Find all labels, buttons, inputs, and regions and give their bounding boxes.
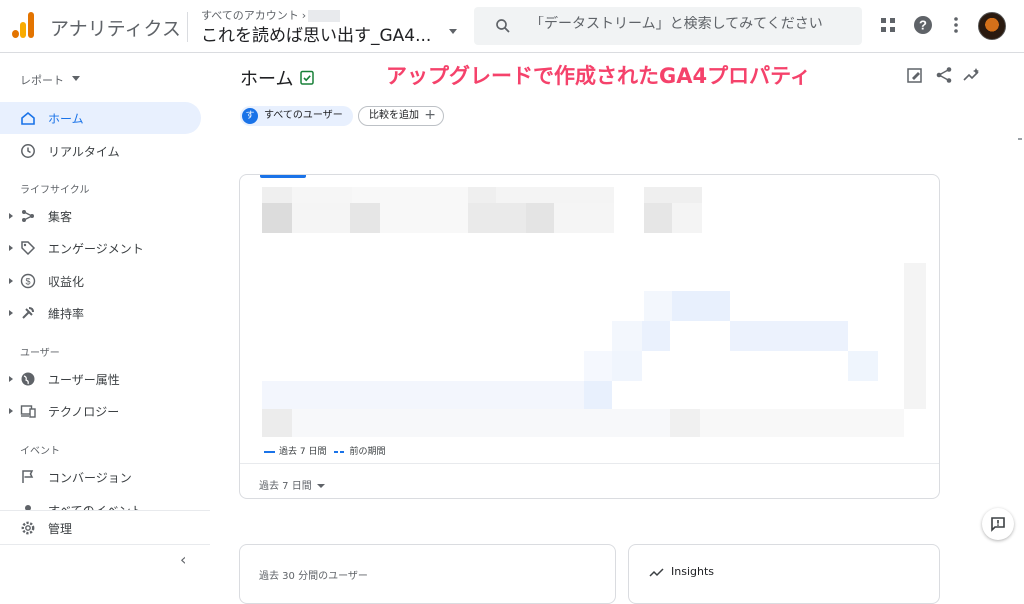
sidebar-item-label: 収益化 — [48, 275, 85, 289]
svg-text:$: $ — [25, 277, 30, 287]
chip-label: 比較を追加 — [369, 110, 419, 121]
sidebar: レポート ホーム リアルタイム ライフサイクル 集客 エンゲージメント $ 収益… — [0, 54, 210, 577]
flag-icon — [22, 470, 34, 483]
clock-icon — [21, 144, 35, 158]
page-title: ホーム — [240, 69, 294, 90]
dollar-icon: $ — [20, 273, 36, 289]
home-icon — [21, 111, 35, 125]
section-label-lifecycle: ライフサイクル — [20, 185, 90, 196]
annotation-banner: アップグレードで作成されたGA4プロパティ — [386, 64, 811, 88]
caret-down-icon — [316, 484, 325, 488]
legend-swatch-solid — [264, 450, 275, 453]
collapse-sidebar-chevron-icon[interactable]: ‹ — [180, 550, 186, 569]
expand-arrow-icon[interactable] — [9, 245, 13, 251]
insights-card-title: Insights — [671, 565, 715, 578]
chip-label: すべてのユーザー — [264, 110, 343, 121]
expand-arrow-icon[interactable] — [9, 310, 13, 316]
insights-sparkline-icon — [649, 568, 664, 577]
sidebar-item-acquisition[interactable]: 集客 — [0, 200, 201, 232]
property-selector[interactable]: これを読めば思い出す_GA4... — [201, 21, 431, 46]
sidebar-item-realtime[interactable]: リアルタイム — [0, 135, 201, 167]
sidebar-item-monetization[interactable]: $ 収益化 — [0, 265, 201, 297]
card-divider — [240, 463, 939, 464]
svg-text:?: ? — [919, 18, 927, 33]
section-label-event: イベント — [20, 446, 60, 457]
expand-arrow-icon[interactable] — [9, 408, 13, 414]
search-icon — [496, 19, 510, 33]
date-range-label: 過去 7 日間 — [259, 481, 312, 492]
expand-arrow-icon[interactable] — [9, 278, 13, 284]
sidebar-item-technology[interactable]: テクノロジー — [0, 395, 201, 427]
legend-current-label: 過去 7 日間 — [279, 447, 327, 457]
tag-icon — [21, 241, 36, 256]
sidebar-item-all-events[interactable]: すべてのイベント — [0, 494, 201, 510]
apps-grid-icon[interactable] — [878, 15, 898, 35]
sidebar-item-label: ホーム — [48, 112, 84, 126]
expand-arrow-icon[interactable] — [9, 376, 13, 382]
sidebar-item-home[interactable]: ホーム — [0, 102, 201, 134]
help-icon[interactable]: ? — [913, 15, 933, 35]
customize-report-icon[interactable] — [906, 66, 924, 84]
acquisition-icon — [22, 210, 34, 222]
sidebar-item-label: ユーザー属性 — [48, 373, 120, 387]
touch-icon — [25, 505, 31, 510]
chart-legend: 過去 7 日間 前の期間 — [264, 444, 385, 457]
top-app-bar: アナリティクス すべてのアカウント› これを読めば思い出す_GA4... ? — [0, 0, 1024, 53]
feedback-button[interactable] — [982, 508, 1014, 540]
search-bar[interactable] — [474, 7, 862, 45]
plus-icon: + — [424, 107, 436, 123]
analytics-logo-icon[interactable] — [12, 12, 36, 38]
report-menu-label[interactable]: レポート — [20, 72, 64, 88]
scrollbar-indicator[interactable] — [1018, 138, 1022, 140]
sidebar-item-admin[interactable]: 管理 — [0, 510, 210, 544]
sidebar-item-conversions[interactable]: コンバージョン — [0, 461, 201, 493]
sidebar-divider — [0, 544, 210, 545]
feedback-icon — [991, 517, 1005, 532]
verified-check-icon — [300, 70, 314, 85]
realtime-card-title: 過去 30 分間のユーザー — [259, 571, 368, 582]
sidebar-item-label: エンゲージメント — [48, 242, 144, 256]
section-label-user: ユーザー — [20, 348, 60, 359]
caret-down-icon[interactable] — [72, 76, 80, 81]
comparison-chip-all-users[interactable]: す すべてのユーザー — [240, 106, 353, 126]
sidebar-item-label: コンバージョン — [48, 471, 132, 485]
magnet-icon — [22, 307, 34, 319]
insights-sparkline-icon[interactable] — [963, 66, 981, 84]
product-name: アナリティクス — [50, 18, 181, 40]
sidebar-item-label: 維持率 — [48, 307, 85, 321]
selected-metric-indicator — [260, 175, 306, 178]
sidebar-item-label: 管理 — [48, 522, 73, 536]
sidebar-item-retention[interactable]: 維持率 — [0, 297, 201, 329]
header-divider — [187, 12, 188, 42]
overview-card: 過去 7 日間 前の期間 過去 7 日間 — [239, 174, 940, 499]
sidebar-item-label: すべてのイベント — [48, 502, 143, 510]
globe-icon — [21, 372, 35, 386]
search-input[interactable] — [530, 16, 850, 32]
account-avatar[interactable] — [978, 12, 1006, 40]
more-vert-icon[interactable] — [946, 15, 966, 35]
date-range-selector[interactable]: 過去 7 日間 — [259, 477, 325, 492]
gear-icon — [21, 521, 35, 535]
chip-initial-badge: す — [242, 108, 258, 124]
expand-arrow-icon[interactable] — [9, 213, 13, 219]
legend-previous-label: 前の期間 — [349, 447, 386, 457]
share-icon[interactable] — [935, 66, 953, 84]
sidebar-item-label: 集客 — [48, 210, 73, 224]
sidebar-item-user-attributes[interactable]: ユーザー属性 — [0, 363, 201, 395]
caret-down-icon[interactable] — [449, 29, 457, 34]
realtime-users-card: 過去 30 分間のユーザー — [239, 544, 616, 604]
sidebar-item-label: テクノロジー — [48, 405, 120, 419]
legend-swatch-dashed — [334, 450, 346, 453]
sidebar-item-engagement[interactable]: エンゲージメント — [0, 232, 201, 264]
sidebar-item-label: リアルタイム — [48, 145, 120, 159]
devices-icon — [20, 405, 36, 418]
insights-card[interactable]: Insights — [628, 544, 940, 604]
add-comparison-button[interactable]: 比較を追加 + — [358, 106, 444, 126]
